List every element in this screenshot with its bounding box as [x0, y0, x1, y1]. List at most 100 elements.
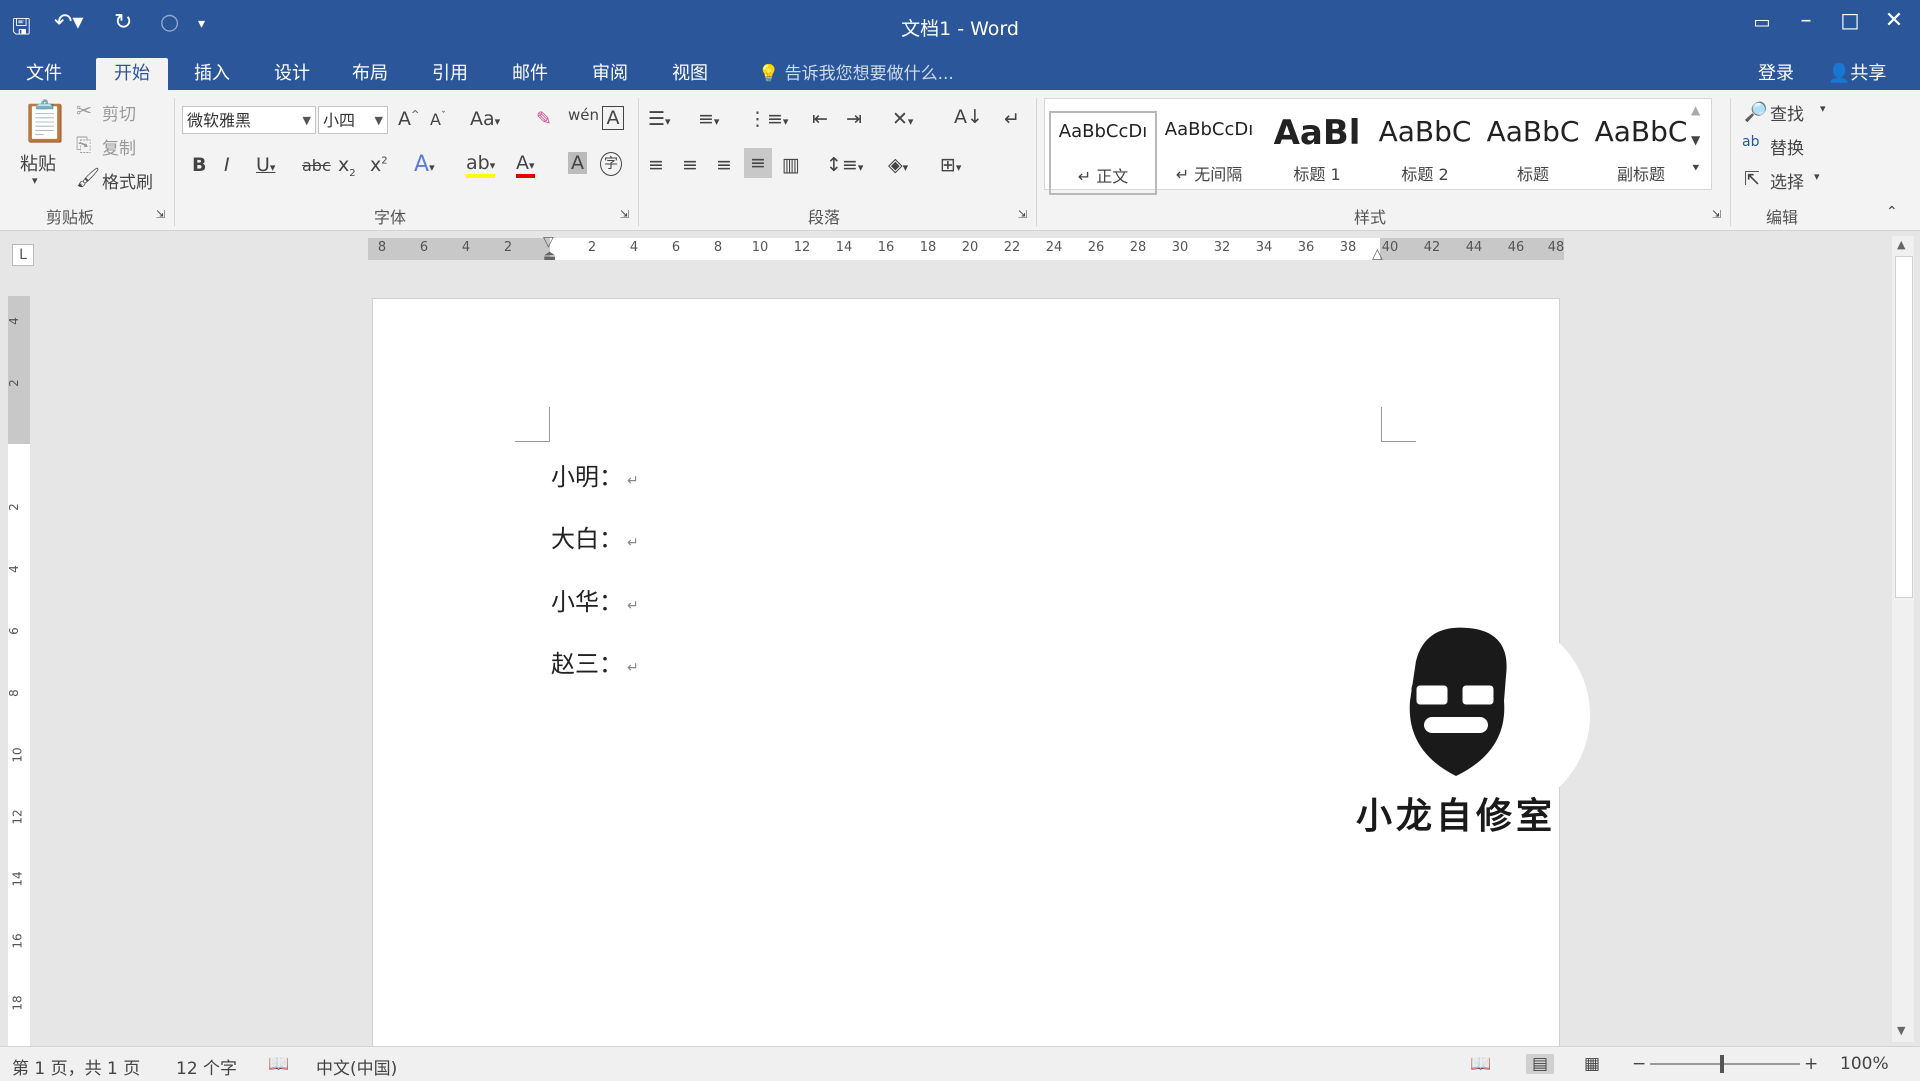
- vertical-ruler[interactable]: 4 2 2 4 6 8 10 12 14 16 18: [7, 296, 30, 1046]
- style-no-spacing[interactable]: AaBbCcDı ↵ 无间隔: [1157, 111, 1261, 191]
- replace-button[interactable]: 替换: [1770, 134, 1804, 159]
- copy-button[interactable]: 复制: [102, 134, 136, 159]
- grow-font-icon[interactable]: A^: [398, 108, 419, 130]
- dialog-launcher-icon[interactable]: ⇲: [1018, 208, 1027, 221]
- tab-selector-icon[interactable]: L: [12, 244, 34, 266]
- ribbon-display-icon[interactable]: ▭: [1742, 12, 1782, 33]
- close-icon[interactable]: ✕: [1874, 8, 1914, 33]
- phonetic-guide-icon[interactable]: wén: [568, 106, 599, 124]
- dialog-launcher-icon[interactable]: ⇲: [156, 208, 165, 221]
- tab-mailings[interactable]: 邮件: [494, 58, 566, 90]
- gallery-up-icon[interactable]: ▲: [1691, 103, 1700, 117]
- line-spacing-icon[interactable]: ↕≡▾: [826, 154, 863, 176]
- chevron-down-icon[interactable]: ▾: [1814, 170, 1820, 183]
- paragraph[interactable]: 大白： ↵: [551, 519, 639, 554]
- style-heading-1[interactable]: AaBl 标题 1: [1265, 111, 1369, 191]
- replace-icon[interactable]: ab: [1742, 134, 1759, 150]
- numbering-icon[interactable]: ≡▾: [698, 108, 719, 130]
- print-layout-icon[interactable]: ▤: [1526, 1054, 1555, 1074]
- tab-review[interactable]: 审阅: [574, 58, 646, 90]
- align-right-icon[interactable]: ≡: [716, 154, 732, 176]
- tab-file[interactable]: 文件: [8, 58, 80, 90]
- copy-icon[interactable]: ⎘: [76, 134, 91, 156]
- asian-layout-icon[interactable]: ✕▾: [892, 108, 913, 130]
- font-name-combo[interactable]: 微软雅黑 ▼: [182, 106, 316, 134]
- shrink-font-icon[interactable]: Aˇ: [430, 110, 446, 129]
- style-subtitle[interactable]: AaBbC 副标题: [1589, 111, 1693, 191]
- right-indent-marker[interactable]: △: [1372, 246, 1383, 262]
- multilevel-list-icon[interactable]: ⋮≡▾: [748, 108, 788, 130]
- tab-view[interactable]: 视图: [654, 58, 726, 90]
- read-mode-icon[interactable]: 📖: [1470, 1054, 1491, 1074]
- find-icon[interactable]: 🔎: [1744, 100, 1768, 123]
- font-size-combo[interactable]: 小四 ▼: [318, 106, 388, 134]
- character-border-icon[interactable]: A: [602, 106, 624, 130]
- maximize-icon[interactable]: □: [1830, 8, 1870, 32]
- web-layout-icon[interactable]: ▦: [1584, 1054, 1600, 1074]
- italic-icon[interactable]: I: [224, 154, 230, 176]
- align-left-icon[interactable]: ≡: [648, 154, 664, 176]
- tab-insert[interactable]: 插入: [176, 58, 248, 90]
- scroll-down-icon[interactable]: ▼: [1897, 1024, 1905, 1037]
- scroll-up-icon[interactable]: ▲: [1897, 238, 1905, 251]
- zoom-slider-thumb[interactable]: [1720, 1055, 1724, 1073]
- paragraph[interactable]: 赵三： ↵: [551, 644, 639, 679]
- select-button[interactable]: 选择: [1770, 168, 1804, 193]
- character-shading-icon[interactable]: A: [568, 152, 587, 174]
- tab-design[interactable]: 设计: [256, 58, 328, 90]
- proofing-icon[interactable]: 📖: [268, 1054, 289, 1074]
- sort-icon[interactable]: A↓: [954, 106, 983, 128]
- tell-me-box[interactable]: 💡 告诉我您想要做什么...: [740, 58, 972, 90]
- page-count[interactable]: 第 1 页，共 1 页: [12, 1054, 140, 1079]
- bold-icon[interactable]: B: [192, 154, 206, 176]
- subscript-icon[interactable]: x2: [338, 154, 356, 179]
- decrease-indent-icon[interactable]: ⇤: [812, 108, 828, 130]
- zoom-level[interactable]: 100%: [1840, 1054, 1889, 1074]
- show-marks-icon[interactable]: ↵: [1004, 108, 1020, 130]
- distributed-icon[interactable]: ▥: [782, 154, 800, 176]
- tab-layout[interactable]: 布局: [334, 58, 406, 90]
- zoom-slider[interactable]: [1650, 1063, 1800, 1065]
- paste-icon[interactable]: 📋: [20, 98, 70, 145]
- paragraph[interactable]: 小华： ↵: [551, 582, 639, 617]
- style-normal[interactable]: AaBbCcDı ↵ 正文: [1049, 111, 1157, 195]
- scroll-thumb[interactable]: [1895, 256, 1913, 598]
- strikethrough-icon[interactable]: abc: [302, 156, 331, 175]
- gallery-more-icon[interactable]: ⯆: [1691, 161, 1701, 176]
- paragraph[interactable]: 小明： ↵: [551, 457, 639, 492]
- justify-icon[interactable]: ≡: [744, 148, 772, 178]
- bullets-icon[interactable]: ☰▾: [648, 108, 671, 130]
- share-button[interactable]: 👤共享: [1810, 58, 1904, 90]
- horizontal-ruler[interactable]: 8 6 4 2 2 4 6 8 10 12 14 16 18 20 22 24 …: [368, 234, 1564, 264]
- format-painter-button[interactable]: 格式刷: [102, 168, 153, 193]
- word-count[interactable]: 12 个字: [176, 1054, 237, 1079]
- align-center-icon[interactable]: ≡: [682, 154, 698, 176]
- chevron-down-icon[interactable]: ▾: [1820, 102, 1826, 115]
- underline-icon[interactable]: U▾: [256, 154, 275, 176]
- zoom-in-icon[interactable]: +: [1804, 1054, 1818, 1074]
- gallery-down-icon[interactable]: ▼: [1691, 133, 1700, 147]
- highlight-icon[interactable]: ab▾: [466, 152, 496, 178]
- clear-formatting-icon[interactable]: ✎: [536, 108, 552, 130]
- left-indent-marker[interactable]: ⏏: [543, 248, 556, 264]
- format-painter-icon[interactable]: 🖌: [76, 166, 100, 189]
- minimize-icon[interactable]: –: [1786, 8, 1826, 33]
- language[interactable]: 中文(中国): [316, 1054, 397, 1079]
- tab-home[interactable]: 开始: [96, 58, 168, 90]
- select-cursor-icon[interactable]: ⇱: [1744, 168, 1760, 190]
- login-link[interactable]: 登录: [1740, 58, 1812, 90]
- change-case-icon[interactable]: Aa▾: [470, 108, 500, 130]
- style-heading-2[interactable]: AaBbC 标题 2: [1373, 111, 1477, 191]
- find-button[interactable]: 查找: [1770, 100, 1804, 125]
- enclose-characters-icon[interactable]: 字: [600, 152, 622, 176]
- vertical-scrollbar[interactable]: ▲ ▼: [1892, 236, 1914, 1042]
- text-effects-icon[interactable]: A▾: [414, 152, 435, 177]
- font-color-icon[interactable]: A▾: [516, 152, 535, 178]
- shading-icon[interactable]: ◈▾: [888, 154, 908, 176]
- paste-dropdown-icon[interactable]: ▾: [32, 174, 38, 187]
- dialog-launcher-icon[interactable]: ⇲: [1712, 208, 1721, 221]
- collapse-ribbon-icon[interactable]: ⌃: [1886, 204, 1898, 220]
- superscript-icon[interactable]: x2: [370, 154, 388, 176]
- scissors-icon[interactable]: ✂: [76, 100, 92, 122]
- paste-button[interactable]: 粘贴: [20, 150, 56, 176]
